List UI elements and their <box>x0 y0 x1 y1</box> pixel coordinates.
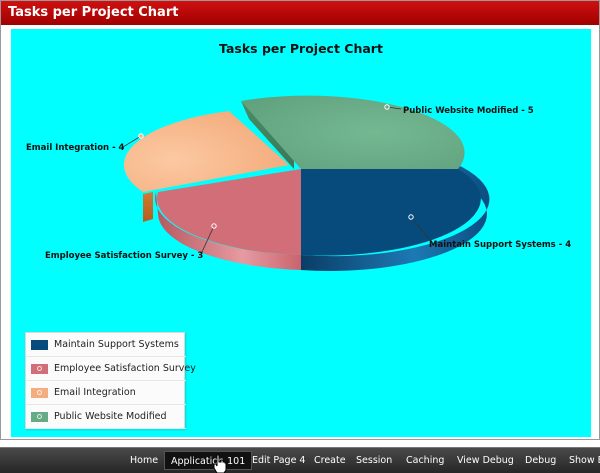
legend-label: Email Integration <box>54 387 136 398</box>
slice-side-email-integration <box>143 192 153 222</box>
data-label-public-website-modified: Public Website Modified - 5 <box>403 106 534 116</box>
hand-cursor-icon <box>213 454 227 473</box>
legend-item[interactable]: Public Website Modified <box>26 405 186 429</box>
legend-item[interactable]: Maintain Support Systems <box>26 333 186 357</box>
legend-swatch <box>31 363 48 374</box>
devbar-session-link[interactable]: Session <box>350 451 398 470</box>
chart-legend: Maintain Support Systems Employee Satisfa… <box>25 332 196 429</box>
developer-toolbar: Home Application 101 Edit Page 4 Create Sess… <box>0 447 600 473</box>
data-label-email-integration: Email Integration - 4 <box>26 143 125 153</box>
marker-maintain-support-systems <box>408 214 414 220</box>
legend-label: Maintain Support Systems <box>54 339 179 350</box>
devbar-edit-page-4-link[interactable]: Edit Page 4 <box>246 451 311 470</box>
legend-marker-icon <box>37 365 42 371</box>
legend-label: Public Website Modified <box>54 411 167 422</box>
legend-item[interactable]: Employee Satisfaction Survey <box>26 357 196 381</box>
legend-swatch <box>31 387 48 398</box>
devbar-home-link[interactable]: Home <box>124 451 164 470</box>
legend-swatch <box>31 339 48 350</box>
devbar-debug-link[interactable]: Debug <box>519 451 562 470</box>
devbar-application-101-link[interactable]: Application 101 <box>164 451 253 470</box>
devbar-caching-link[interactable]: Caching <box>400 451 450 470</box>
marker-email-integration <box>138 133 144 139</box>
devbar-create-link[interactable]: Create <box>308 451 352 470</box>
devbar-show-ed-link[interactable]: Show Ed <box>563 451 600 470</box>
chart-title: Tasks per Project Chart <box>219 41 383 56</box>
legend-item[interactable]: Email Integration <box>26 381 186 405</box>
legend-marker-icon <box>37 389 42 395</box>
devbar-view-debug-link[interactable]: View Debug <box>451 451 520 470</box>
region-title: Tasks per Project Chart <box>1 1 599 25</box>
marker-employee-satisfaction-survey <box>211 223 217 229</box>
legend-label: Employee Satisfaction Survey <box>54 363 196 374</box>
data-label-employee-satisfaction-survey: Employee Satisfaction Survey - 3 <box>45 251 203 261</box>
chart-area: Public Website Modified - 5 Email Integra… <box>11 29 591 437</box>
chart-region: Tasks per Project Chart Public Website M… <box>0 0 600 440</box>
marker-public-website-modified <box>384 104 390 110</box>
legend-marker-icon <box>37 413 42 419</box>
legend-swatch <box>31 411 48 422</box>
data-label-maintain-support-systems: Maintain Support Systems - 4 <box>429 240 571 250</box>
